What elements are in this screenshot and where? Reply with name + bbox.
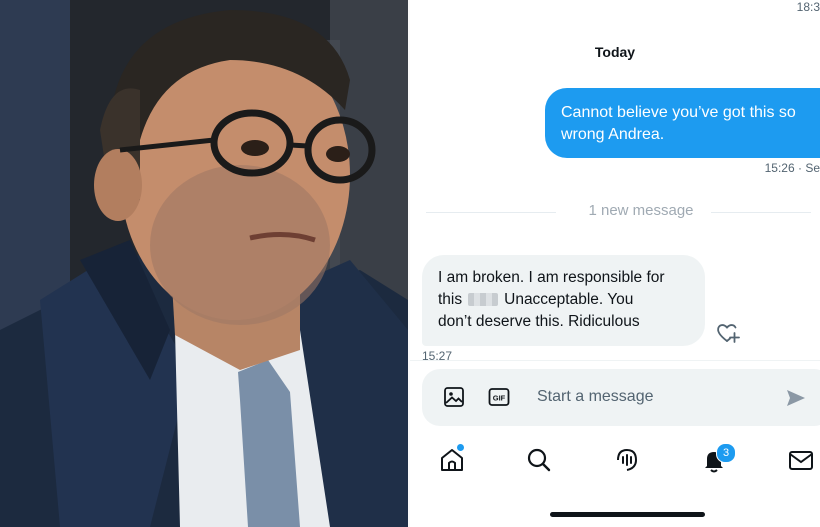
divider-line-right xyxy=(711,212,811,213)
incoming-line-2-end: Unacceptable. You xyxy=(504,291,634,308)
outgoing-message-meta: 15:26 · Se xyxy=(764,161,820,175)
incoming-line-2: this Unacceptable. You xyxy=(438,289,689,311)
search-icon[interactable] xyxy=(525,446,553,474)
image-icon[interactable] xyxy=(442,385,466,409)
messages-icon[interactable] xyxy=(787,446,815,474)
message-input[interactable]: Start a message xyxy=(537,388,654,406)
gif-label: GIF xyxy=(493,394,506,403)
new-message-label: 1 new message xyxy=(588,202,694,219)
incoming-line-2-start: this xyxy=(438,291,463,308)
divider-line-left xyxy=(426,212,556,213)
incoming-message-bubble[interactable]: I am broken. I am responsible for this Un… xyxy=(422,255,705,346)
outgoing-message-bubble[interactable]: Cannot believe you’ve got this so wrong … xyxy=(545,88,820,158)
bottom-tab-bar xyxy=(410,436,820,486)
spaces-icon[interactable] xyxy=(613,446,641,474)
portrait-illustration xyxy=(0,0,408,527)
portrait-photo xyxy=(0,0,408,527)
notification-count-badge: 3 xyxy=(716,443,736,463)
gif-button[interactable]: GIF xyxy=(487,385,511,409)
home-unread-dot xyxy=(457,444,464,451)
send-icon[interactable] xyxy=(784,386,808,410)
incoming-line-3: don’t deserve this. Ridiculous xyxy=(438,313,640,330)
previous-message-time: 18:3 xyxy=(796,0,820,14)
home-indicator xyxy=(550,512,705,517)
message-composer: GIF Start a message xyxy=(422,369,820,426)
new-message-divider: 1 new message xyxy=(426,202,811,222)
like-heart-plus-icon[interactable] xyxy=(715,320,741,346)
dm-conversation: 18:3 Today Cannot believe you’ve got thi… xyxy=(410,0,820,527)
incoming-line-1: I am broken. I am responsible for xyxy=(438,269,665,286)
day-separator: Today xyxy=(594,44,636,60)
redacted-word xyxy=(468,293,499,307)
gif-icon: GIF xyxy=(488,388,510,406)
composer-divider xyxy=(410,360,820,361)
